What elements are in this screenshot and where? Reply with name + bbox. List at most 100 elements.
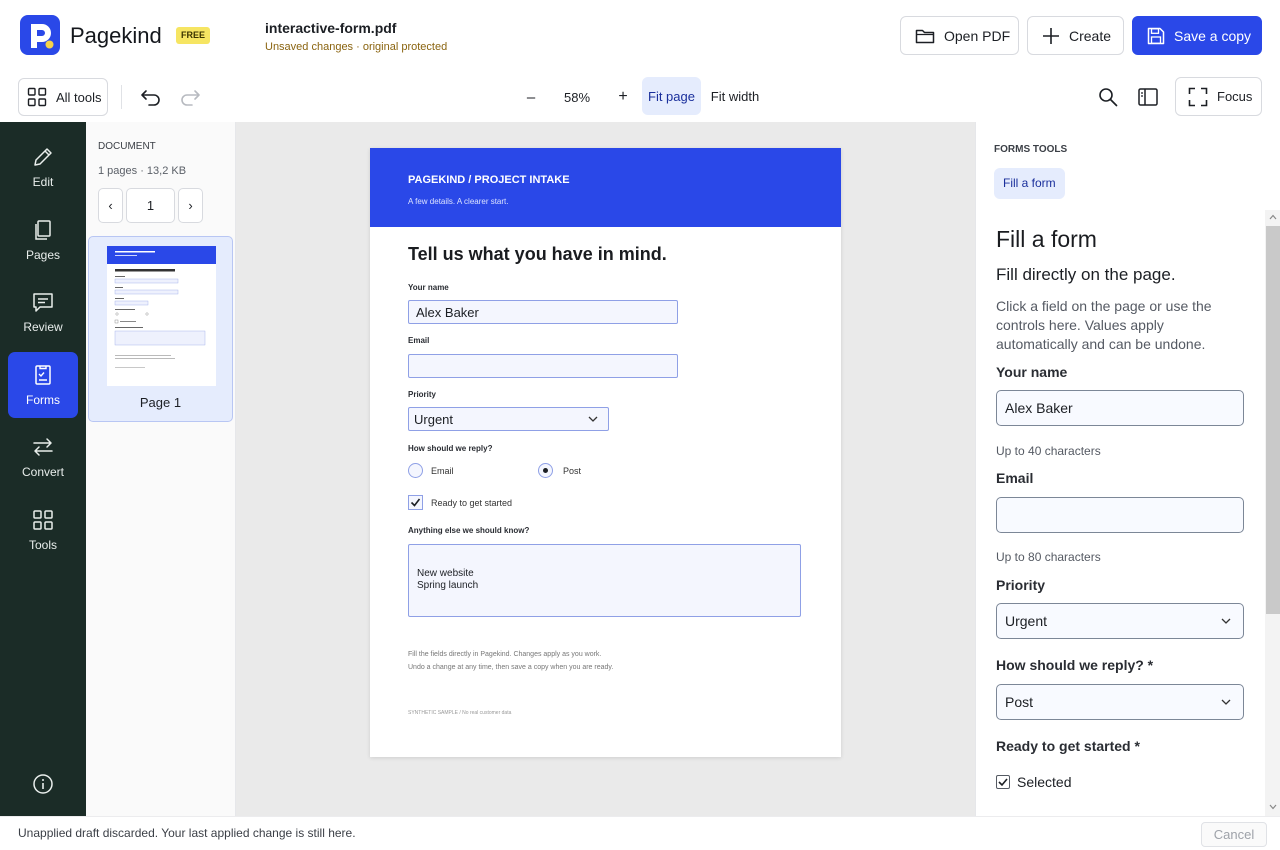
document-meta: 1 pages · 13,2 KB bbox=[98, 165, 187, 177]
page-email-field[interactable] bbox=[408, 354, 678, 378]
panel-label-priority: Priority bbox=[996, 577, 1046, 593]
plus-icon bbox=[1042, 27, 1060, 45]
forms-panel: FORMS TOOLS Fill a form Fill a form Fill… bbox=[975, 122, 1280, 816]
pagekind-logo bbox=[20, 15, 60, 55]
plan-badge: FREE bbox=[176, 27, 211, 44]
panel-reply-value: Post bbox=[1005, 694, 1034, 710]
panel-subtitle: Fill directly on the page. bbox=[996, 265, 1176, 284]
save-icon bbox=[1147, 27, 1165, 45]
panel-label-email: Email bbox=[996, 470, 1034, 486]
rail-label-edit: Edit bbox=[32, 175, 54, 189]
page-reply-post-radio[interactable] bbox=[538, 463, 553, 478]
page-ready-checkbox[interactable] bbox=[408, 495, 423, 510]
left-rail: Edit Pages Review Forms Convert Tools bbox=[0, 122, 86, 816]
rail-item-pages[interactable]: Pages bbox=[8, 207, 78, 273]
rail-item-forms[interactable]: Forms bbox=[8, 352, 78, 418]
all-tools-button[interactable]: All tools bbox=[18, 78, 108, 116]
panel-scrollbar-thumb[interactable] bbox=[1266, 226, 1280, 614]
info-icon[interactable] bbox=[32, 773, 54, 795]
rail-item-tools[interactable]: Tools bbox=[8, 497, 78, 563]
page-number-input[interactable]: 1 bbox=[126, 188, 175, 223]
thumbnail-panel: DOCUMENT 1 pages · 13,2 KB ‹ 1 › Page 1 bbox=[86, 122, 236, 816]
expand-icon bbox=[1188, 87, 1208, 107]
page-label-name: Your name bbox=[408, 283, 449, 292]
chevron-down-icon bbox=[1221, 698, 1231, 706]
file-name: interactive-form.pdf bbox=[265, 20, 397, 36]
panel-ready-checkbox[interactable] bbox=[996, 775, 1010, 789]
convert-icon bbox=[31, 435, 55, 459]
redo-button[interactable] bbox=[177, 83, 203, 111]
rail-label-forms: Forms bbox=[26, 393, 60, 407]
page-header-title: PAGEKIND / PROJECT INTAKE bbox=[408, 174, 570, 186]
redo-icon bbox=[179, 88, 201, 106]
rail-label-tools: Tools bbox=[28, 538, 57, 552]
status-bar: Unapplied draft discarded. Your last app… bbox=[0, 816, 1280, 850]
zoom-out-button[interactable]: – bbox=[518, 83, 544, 111]
rail-label-pages: Pages bbox=[25, 248, 61, 262]
page-notes-field[interactable]: New website Spring launch bbox=[408, 544, 801, 617]
zoom-in-button[interactable]: + bbox=[610, 83, 636, 111]
rail-item-review[interactable]: Review bbox=[8, 279, 78, 345]
page-priority-value: Urgent bbox=[414, 411, 454, 427]
toolbar: All tools – 58% + Fit page Fit width Foc… bbox=[0, 72, 1280, 122]
create-label: Create bbox=[1069, 27, 1112, 44]
page-thumbnail[interactable]: Page 1 bbox=[88, 236, 233, 422]
page-reply-email-radio[interactable] bbox=[408, 463, 423, 478]
fit-width-button[interactable]: Fit width bbox=[706, 77, 764, 115]
rail-item-edit[interactable]: Edit bbox=[8, 134, 78, 200]
tools-grid-icon bbox=[31, 508, 55, 532]
rail-item-convert[interactable]: Convert bbox=[8, 424, 78, 490]
form-icon bbox=[31, 363, 55, 387]
page-name-field[interactable]: Alex Baker bbox=[408, 300, 678, 324]
cancel-button[interactable]: Cancel bbox=[1201, 822, 1267, 847]
panel-description: Click a field on the page or use the con… bbox=[996, 298, 1212, 352]
panel-email-hint: Up to 80 characters bbox=[996, 550, 1101, 564]
fill-form-chip[interactable]: Fill a form bbox=[994, 168, 1065, 199]
next-page-button[interactable]: › bbox=[178, 188, 203, 223]
panel-label-ready: Ready to get started * bbox=[996, 738, 1140, 754]
pages-icon bbox=[31, 218, 55, 242]
page-ready-label: Ready to get started bbox=[431, 498, 513, 508]
toolbar-divider bbox=[121, 85, 122, 109]
sidebar-icon bbox=[1138, 88, 1158, 106]
create-button[interactable]: Create bbox=[1027, 16, 1124, 55]
focus-label: Focus bbox=[1217, 89, 1253, 104]
comment-icon bbox=[31, 290, 55, 314]
chevron-down-icon bbox=[1221, 617, 1231, 625]
document-heading: DOCUMENT bbox=[98, 141, 156, 152]
toggle-panel-button[interactable] bbox=[1135, 83, 1161, 111]
chevron-down-icon bbox=[588, 415, 598, 423]
panel-title: Fill a form bbox=[996, 226, 1097, 252]
focus-button[interactable]: Focus bbox=[1175, 77, 1262, 116]
open-pdf-button[interactable]: Open PDF bbox=[900, 16, 1019, 55]
page-reply-email-label: Email bbox=[431, 466, 454, 476]
save-copy-button[interactable]: Save a copy bbox=[1132, 16, 1262, 55]
panel-reply-select[interactable]: Post bbox=[996, 684, 1244, 720]
save-copy-label: Save a copy bbox=[1174, 27, 1252, 44]
search-button[interactable] bbox=[1095, 83, 1121, 111]
document-canvas: PAGEKIND / PROJECT INTAKE A few details.… bbox=[236, 122, 975, 816]
status-message: Unapplied draft discarded. Your last app… bbox=[18, 826, 356, 840]
page-footer-line-1: Fill the fields directly in Pagekind. Ch… bbox=[408, 651, 602, 658]
page-notes-line-2: Spring launch bbox=[417, 580, 479, 591]
page-footer-sample: SYNTHETIC SAMPLE / No real customer data bbox=[408, 710, 512, 716]
open-pdf-label: Open PDF bbox=[944, 27, 1011, 44]
rail-label-convert: Convert bbox=[21, 465, 65, 479]
scroll-up-arrow-icon[interactable] bbox=[1269, 214, 1277, 220]
panel-scrollbar[interactable] bbox=[1265, 210, 1280, 816]
panel-email-input[interactable] bbox=[996, 497, 1244, 533]
pencil-icon bbox=[31, 145, 55, 169]
fit-page-button[interactable]: Fit page bbox=[642, 77, 701, 115]
grid-icon bbox=[27, 87, 47, 107]
panel-name-input[interactable]: Alex Baker bbox=[996, 390, 1244, 426]
undo-button[interactable] bbox=[138, 83, 164, 111]
zoom-level: 58% bbox=[563, 89, 591, 105]
prev-page-button[interactable]: ‹ bbox=[98, 188, 123, 223]
page-priority-select[interactable]: Urgent bbox=[408, 407, 609, 431]
scroll-down-arrow-icon[interactable] bbox=[1269, 804, 1277, 810]
page-header-band bbox=[370, 148, 841, 227]
panel-label-reply: How should we reply? * bbox=[996, 657, 1154, 673]
panel-priority-select[interactable]: Urgent bbox=[996, 603, 1244, 639]
page-notes-line-1: New website bbox=[417, 568, 474, 579]
top-bar: Pagekind FREE interactive-form.pdf Unsav… bbox=[0, 0, 1280, 72]
